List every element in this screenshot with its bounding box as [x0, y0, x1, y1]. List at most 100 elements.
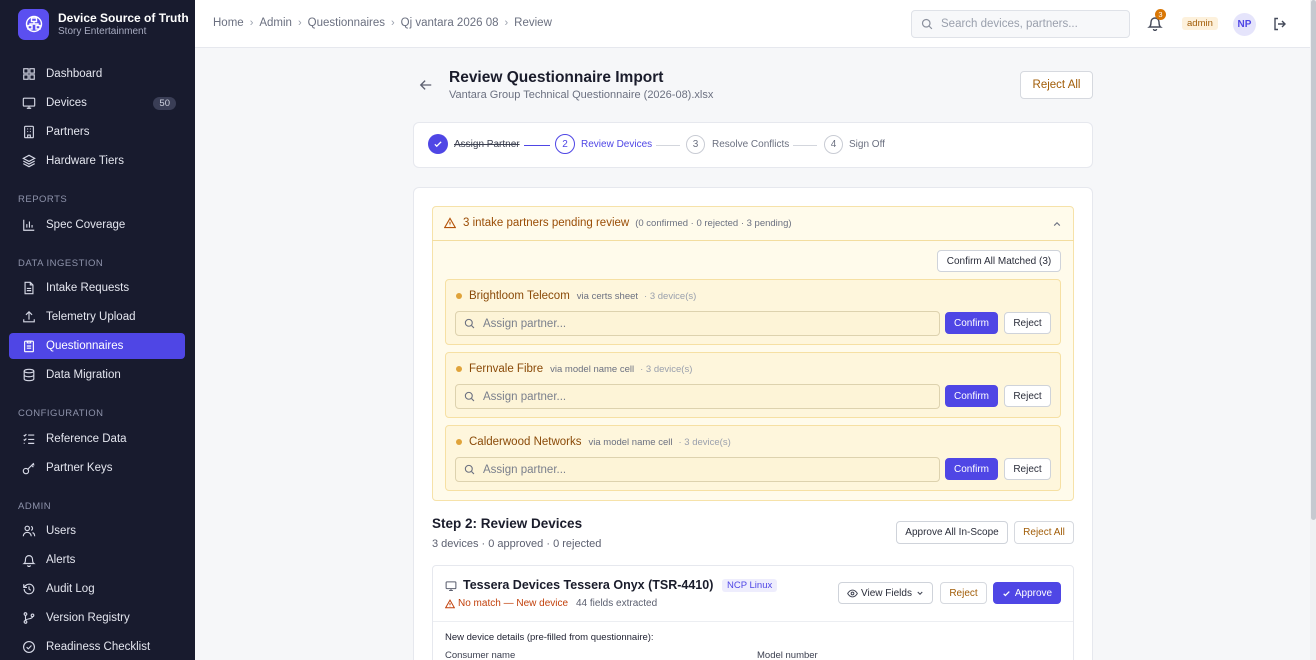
reject-partner-button[interactable]: Reject [1004, 458, 1051, 480]
bar-chart-icon [23, 219, 35, 231]
step-4-circle: 4 [824, 135, 843, 154]
approve-device-button[interactable]: Approve [993, 582, 1061, 604]
sidebar-item-devices[interactable]: Devices 50 [9, 90, 185, 116]
monitor-icon [445, 581, 457, 592]
confirm-all-matched-button[interactable]: Confirm All Matched (3) [937, 250, 1061, 272]
assign-partner-field[interactable] [455, 384, 940, 409]
sidebar-item-questionnaires[interactable]: Questionnaires [9, 333, 185, 359]
sidebar-item-intake-requests[interactable]: Intake Requests [9, 275, 185, 301]
divider [433, 621, 1073, 622]
sidebar-item-users[interactable]: Users [9, 518, 185, 544]
sidebar-item-telemetry-upload[interactable]: Telemetry Upload [9, 304, 185, 330]
database-icon [23, 368, 35, 382]
check-circle-icon [23, 641, 35, 653]
pending-status-dot [456, 293, 462, 299]
step-2-label[interactable]: Review Devices [581, 139, 652, 150]
assign-partner-input[interactable] [483, 390, 923, 403]
breadcrumb-current: Review [514, 17, 552, 29]
sidebar-item-label: Hardware Tiers [46, 155, 124, 167]
sidebar-item-partner-keys[interactable]: Partner Keys [9, 455, 185, 481]
pending-partners-header[interactable]: 3 intake partners pending review (0 conf… [432, 206, 1074, 241]
step-2-circle: 2 [555, 134, 575, 154]
breadcrumb-admin[interactable]: Admin [259, 17, 292, 29]
confirm-partner-button[interactable]: Confirm [945, 385, 998, 407]
reject-all-import-button[interactable]: Reject All [1020, 71, 1093, 99]
brand[interactable]: Device Source of Truth Story Entertainme… [0, 0, 195, 48]
approve-label: Approve [1014, 587, 1053, 599]
assign-partner-input[interactable] [483, 463, 923, 476]
scrollbar-thumb[interactable] [1311, 0, 1316, 520]
step-4-label[interactable]: Sign Off [849, 139, 885, 150]
chevron-right-icon: › [297, 17, 302, 29]
sidebar-item-spec-coverage[interactable]: Spec Coverage [9, 212, 185, 238]
partner-source: via model name cell [588, 436, 673, 448]
sidebar-item-partners[interactable]: Partners [9, 119, 185, 145]
assign-partner-field[interactable] [455, 457, 940, 482]
avatar[interactable]: NP [1233, 13, 1256, 36]
bell-icon [22, 555, 36, 567]
chevron-right-icon: › [504, 17, 509, 29]
section-admin-heading: ADMIN [18, 501, 52, 512]
users-icon [22, 525, 36, 537]
upload-icon [23, 310, 35, 323]
assign-partner-input[interactable] [483, 317, 923, 330]
sidebar-item-alerts[interactable]: Alerts [9, 547, 185, 573]
section-configuration-heading: CONFIGURATION [18, 408, 104, 419]
sidebar-item-label: Telemetry Upload [46, 311, 136, 323]
brand-title: Device Source of Truth [58, 10, 189, 25]
dashboard-icon [23, 68, 35, 80]
chevron-up-icon[interactable] [1052, 219, 1062, 229]
sidebar-item-hardware-tiers[interactable]: Hardware Tiers [9, 148, 185, 174]
role-badge: admin [1182, 17, 1218, 30]
logout-button[interactable] [1272, 16, 1288, 35]
chevron-right-icon: › [249, 17, 254, 29]
sidebar-item-dashboard[interactable]: Dashboard [9, 61, 185, 87]
partner-name: Calderwood Networks [469, 436, 582, 448]
notifications-button[interactable]: 3 [1147, 9, 1166, 34]
notification-count-badge: 3 [1155, 9, 1166, 20]
partner-source: via model name cell [550, 363, 635, 375]
device-count-badge: 50 [153, 96, 176, 110]
breadcrumb-questionnaires[interactable]: Questionnaires [308, 17, 385, 29]
sidebar-item-version-registry[interactable]: Version Registry [9, 605, 185, 631]
reject-all-devices-button[interactable]: Reject All [1014, 521, 1074, 544]
confirm-partner-button[interactable]: Confirm [945, 312, 998, 334]
sidebar-item-readiness-checklist[interactable]: Readiness Checklist [9, 634, 185, 660]
eye-icon [847, 589, 858, 597]
global-search[interactable] [911, 10, 1130, 38]
file-icon [24, 281, 34, 295]
pending-status-dot [456, 439, 462, 445]
key-icon [22, 462, 35, 475]
assign-partner-field[interactable] [455, 311, 940, 336]
confirm-partner-button[interactable]: Confirm [945, 458, 998, 480]
breadcrumb-questionnaire[interactable]: Qj vantara 2026 08 [401, 17, 499, 29]
sidebar-item-label: Reference Data [46, 433, 127, 445]
brand-logo-icon [18, 8, 49, 40]
sidebar-item-label: Partners [46, 126, 90, 138]
clipboard-icon [24, 340, 34, 353]
approve-all-in-scope-button[interactable]: Approve All In-Scope [896, 521, 1008, 544]
reject-partner-button[interactable]: Reject [1004, 312, 1051, 334]
step-3-label[interactable]: Resolve Conflicts [712, 139, 789, 150]
step-connector [656, 145, 680, 146]
breadcrumb: Home › Admin › Questionnaires › Qj vanta… [213, 17, 552, 29]
view-fields-button[interactable]: View Fields [838, 582, 933, 604]
partner-device-count: · 3 device(s) [678, 436, 731, 448]
sidebar-item-audit-log[interactable]: Audit Log [9, 576, 185, 602]
back-button[interactable] [419, 78, 433, 95]
sidebar-item-reference-data[interactable]: Reference Data [9, 426, 185, 452]
sidebar-item-label: Spec Coverage [46, 219, 126, 231]
sidebar-item-label: Alerts [46, 554, 76, 566]
step-1-complete-circle [428, 134, 448, 154]
sidebar: Device Source of Truth Story Entertainme… [0, 0, 195, 660]
reject-partner-button[interactable]: Reject [1004, 385, 1051, 407]
sidebar-item-label: Audit Log [46, 583, 95, 595]
sidebar-item-label: Questionnaires [46, 340, 124, 352]
breadcrumb-home[interactable]: Home [213, 17, 244, 29]
reject-device-button[interactable]: Reject [940, 582, 987, 604]
sidebar-item-label: Dashboard [46, 68, 103, 80]
sidebar-item-data-migration[interactable]: Data Migration [9, 362, 185, 388]
sidebar-item-label: Devices [46, 97, 87, 109]
search-input[interactable] [941, 18, 1121, 30]
step-1-label[interactable]: Assign Partner [454, 139, 520, 150]
